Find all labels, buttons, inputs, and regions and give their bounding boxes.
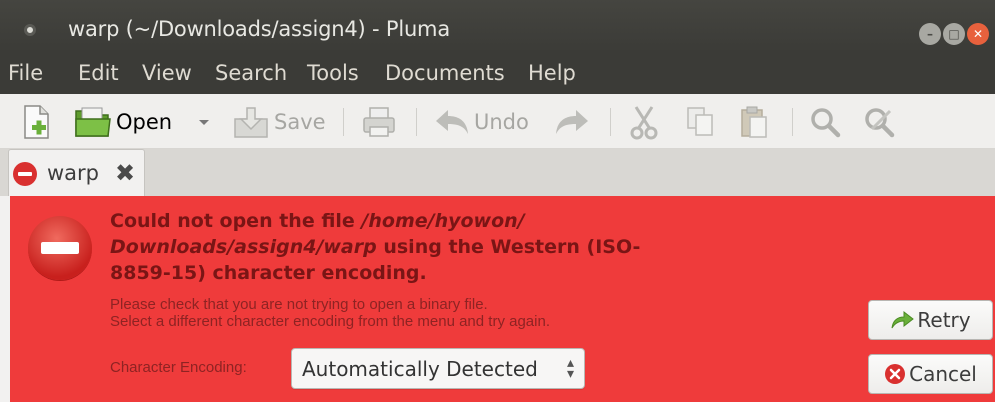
retry-icon xyxy=(891,310,915,329)
tab-close-icon[interactable]: ✖ xyxy=(115,159,135,187)
error-detail-line: Please check that you are not trying to … xyxy=(110,296,488,313)
print-icon xyxy=(363,107,395,137)
menu-tools[interactable]: Tools xyxy=(307,61,359,85)
encoding-label: Character Encoding: xyxy=(110,359,247,376)
toolbar-separator xyxy=(343,108,344,136)
error-icon xyxy=(28,216,92,280)
open-dropdown-button[interactable] xyxy=(198,102,210,142)
redo-button[interactable] xyxy=(554,102,590,142)
menubar: File Edit View Search Tools Documents He… xyxy=(0,52,995,94)
cancel-label: Cancel xyxy=(909,362,977,386)
replace-button[interactable] xyxy=(862,102,896,142)
toolbar: Open Save Undo xyxy=(0,94,995,149)
save-icon xyxy=(234,107,268,138)
cut-icon xyxy=(630,106,658,140)
print-button[interactable] xyxy=(361,102,397,142)
paste-button[interactable] xyxy=(738,102,770,142)
dropdown-arrow-icon xyxy=(199,120,209,125)
error-title: Could not open the file /home/hyowon/ Do… xyxy=(110,208,670,286)
error-title-prefix: Could not open the file xyxy=(110,210,362,232)
new-button[interactable] xyxy=(20,102,52,142)
search-button[interactable] xyxy=(808,102,842,142)
open-folder-icon xyxy=(75,107,111,137)
paste-icon xyxy=(741,106,767,138)
retry-button[interactable]: Retry xyxy=(868,300,993,340)
open-button[interactable]: Open xyxy=(74,102,172,142)
maximize-icon: □ xyxy=(948,27,960,41)
retry-label: Retry xyxy=(917,308,971,332)
updown-arrow-icon: ▴ ▾ xyxy=(566,355,574,382)
tab-label: warp xyxy=(47,161,100,185)
menu-search[interactable]: Search xyxy=(215,61,287,85)
save-button[interactable]: Save xyxy=(232,102,326,142)
toolbar-separator xyxy=(610,108,611,136)
window-titlebar[interactable]: warp (~/Downloads/assign4) - Pluma – □ ✕ xyxy=(0,0,995,52)
copy-icon xyxy=(687,107,713,136)
encoding-value: Automatically Detected xyxy=(302,357,538,381)
undo-label: Undo xyxy=(474,110,529,134)
menu-documents[interactable]: Documents xyxy=(385,61,505,85)
menu-view[interactable]: View xyxy=(142,61,192,85)
undo-button[interactable]: Undo xyxy=(434,102,529,142)
maximize-button[interactable]: □ xyxy=(943,23,965,45)
undo-icon xyxy=(436,110,468,134)
minimize-button[interactable]: – xyxy=(919,23,941,45)
error-detail-line: Select a different character encoding fr… xyxy=(110,313,550,330)
error-infobar: Could not open the file /home/hyowon/ Do… xyxy=(10,196,995,402)
open-label: Open xyxy=(116,110,173,134)
window-controls: – □ ✕ xyxy=(919,23,989,45)
tab-warp[interactable]: warp ✖ xyxy=(8,149,145,196)
error-icon xyxy=(13,162,37,186)
close-button[interactable]: ✕ xyxy=(967,23,989,45)
error-details: Please check that you are not trying to … xyxy=(110,296,810,330)
cut-button[interactable] xyxy=(628,102,660,142)
document-tabbar: warp ✖ xyxy=(0,149,995,196)
toolbar-separator xyxy=(792,108,793,136)
redo-icon xyxy=(556,110,588,134)
search-icon xyxy=(811,108,841,138)
minimize-icon: – xyxy=(927,27,933,41)
encoding-select[interactable]: Automatically Detected ▴ ▾ xyxy=(291,348,585,389)
menu-file[interactable]: File xyxy=(8,61,43,85)
cancel-icon xyxy=(885,364,906,384)
window-title: warp (~/Downloads/assign4) - Pluma xyxy=(68,17,450,41)
toolbar-separator xyxy=(416,108,417,136)
save-label: Save xyxy=(274,110,326,134)
new-document-icon xyxy=(24,105,49,139)
menu-edit[interactable]: Edit xyxy=(78,61,119,85)
app-icon xyxy=(24,24,36,36)
menu-help[interactable]: Help xyxy=(528,61,576,85)
replace-icon xyxy=(865,108,895,138)
cancel-button[interactable]: Cancel xyxy=(868,354,993,394)
close-icon: ✕ xyxy=(972,27,984,41)
copy-button[interactable] xyxy=(684,102,716,142)
